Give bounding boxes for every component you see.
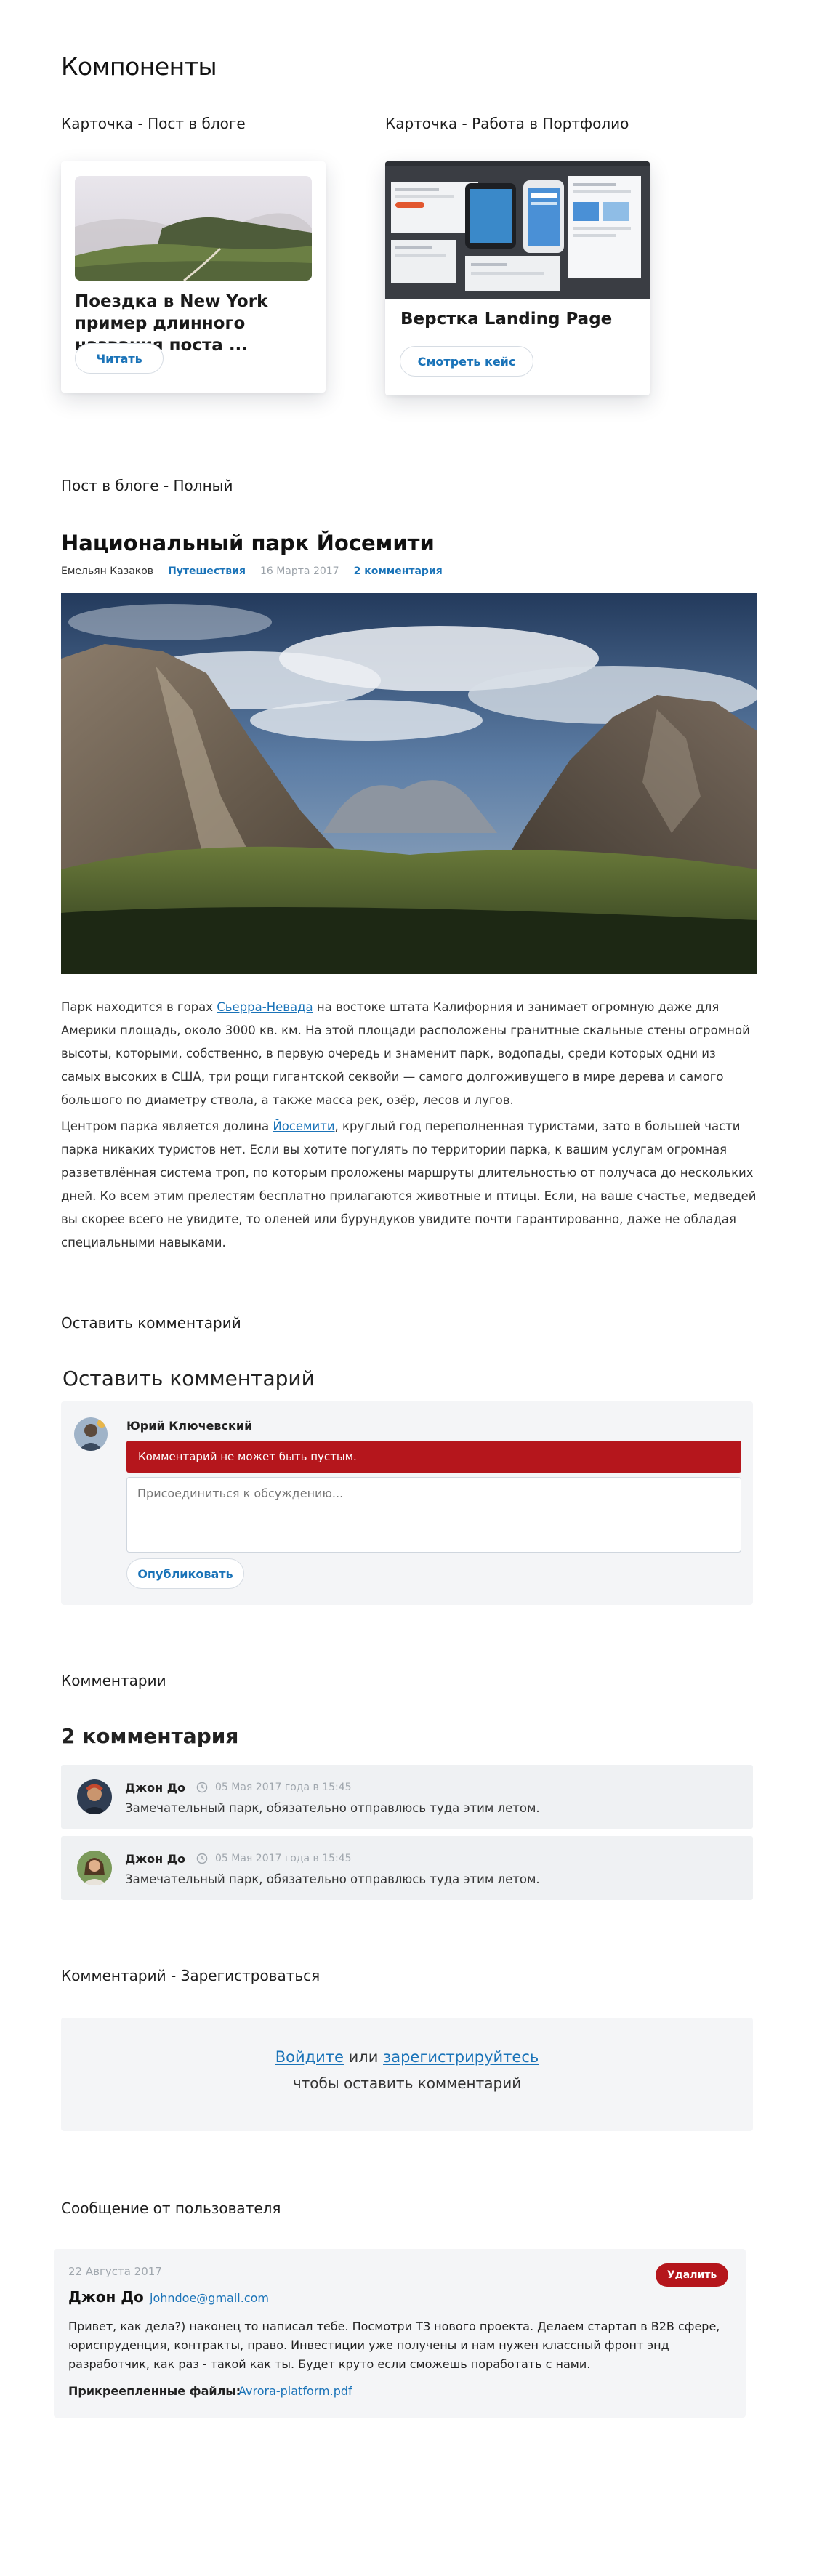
- attached-files-label: Прикреепленные файлы:: [68, 2384, 241, 2398]
- comment-avatar: [77, 1851, 112, 1885]
- comment-error-message: Комментарий не может быть пустым.: [126, 1441, 741, 1473]
- sierra-nevada-link[interactable]: Сьерра-Невада: [217, 1000, 313, 1014]
- user-message-panel: 22 Августа 2017 Удалить Джон До johndoe@…: [54, 2249, 746, 2418]
- signup-link[interactable]: зарегистрируйтесь: [383, 2048, 539, 2066]
- section-label-post-full: Пост в блоге - Полный: [61, 477, 233, 494]
- message-email[interactable]: johndoe@gmail.com: [150, 2291, 269, 2305]
- post-title: Национальный парк Йосемити: [61, 531, 435, 555]
- post-author[interactable]: Емельян Казаков: [61, 565, 153, 577]
- comment-text: Замечательный парк, обязательно отправлю…: [125, 1801, 540, 1815]
- read-button[interactable]: Читать: [75, 343, 164, 374]
- clock-icon: [196, 1853, 208, 1864]
- comments-count-heading: 2 комментария: [61, 1724, 239, 1748]
- register-prompt-line1: Войдите или зарегистрируйтесь: [275, 2048, 539, 2066]
- post-meta: Емельян Казаков Путешествия 16 Марта 201…: [61, 565, 443, 577]
- section-label-user-message: Сообщение от пользователя: [61, 2199, 281, 2217]
- register-prompt-panel: Войдите или зарегистрируйтесь чтобы оста…: [61, 2018, 753, 2131]
- blog-card-thumbnail: [75, 176, 312, 281]
- portfolio-card-screenshot: [385, 161, 650, 299]
- current-user-avatar: [74, 1417, 108, 1451]
- comment-text: Замечательный парк, обязательно отправлю…: [125, 1872, 540, 1886]
- publish-button[interactable]: Опубликовать: [126, 1558, 244, 1589]
- delete-button[interactable]: Удалить: [656, 2263, 728, 2287]
- comment-textarea[interactable]: [126, 1477, 741, 1553]
- register-prompt-line2: чтобы оставить комментарий: [292, 2074, 522, 2092]
- comment-date: 05 Мая 2017 года в 15:45: [196, 1853, 352, 1864]
- comment-author: Джон До: [125, 1781, 186, 1795]
- section-label-leave-comment: Оставить комментарий: [61, 1314, 241, 1332]
- comment-avatar: [77, 1779, 112, 1814]
- message-date: 22 Августа 2017: [68, 2265, 162, 2278]
- blog-post-card[interactable]: Поездка в New York пример длинного назва…: [61, 161, 326, 393]
- message-text: Привет, как дела?) наконец то написал те…: [68, 2319, 720, 2371]
- comment-form-heading: Оставить комментарий: [63, 1367, 315, 1390]
- comment-item: Джон До 05 Мая 2017 года в 15:45 Замечат…: [61, 1836, 753, 1900]
- page-title: Компоненты: [61, 52, 217, 81]
- section-label-card-portfolio: Карточка - Работа в Портфолио: [385, 115, 629, 132]
- portfolio-card-title[interactable]: Верстка Landing Page: [400, 310, 612, 329]
- comment-date: 05 Мая 2017 года в 15:45: [196, 1782, 352, 1793]
- yosemite-link[interactable]: Йосемити: [273, 1119, 334, 1133]
- comment-form-panel: Юрий Ключевский Комментарий не может быт…: [61, 1401, 753, 1605]
- login-link[interactable]: Войдите: [275, 2048, 344, 2066]
- comment-item: Джон До 05 Мая 2017 года в 15:45 Замечат…: [61, 1765, 753, 1829]
- comment-author: Джон До: [125, 1852, 186, 1866]
- view-case-button[interactable]: Смотреть кейс: [400, 346, 533, 377]
- portfolio-card[interactable]: Верстка Landing Page Смотреть кейс: [385, 161, 650, 395]
- clock-icon: [196, 1782, 208, 1793]
- section-label-comments: Комментарии: [61, 1672, 166, 1689]
- comment-form-username: Юрий Ключевский: [126, 1419, 253, 1433]
- post-paragraph-2: Центром парка является долина Йосемити, …: [61, 1119, 757, 1249]
- post-paragraph-1: Парк находится в горах Сьерра-Невада на …: [61, 1000, 750, 1107]
- attached-file-link[interactable]: Avrora-platform.pdf: [238, 2384, 352, 2398]
- post-comments-link[interactable]: 2 комментария: [354, 565, 443, 577]
- post-date: 16 Марта 2017: [259, 565, 339, 577]
- message-author: Джон До: [68, 2288, 144, 2306]
- section-label-comment-register: Комментарий - Зарегистроваться: [61, 1967, 321, 1984]
- post-hero-image: [61, 593, 757, 974]
- post-category[interactable]: Путешествия: [168, 565, 246, 577]
- section-label-card-blog: Карточка - Пост в блоге: [61, 115, 246, 132]
